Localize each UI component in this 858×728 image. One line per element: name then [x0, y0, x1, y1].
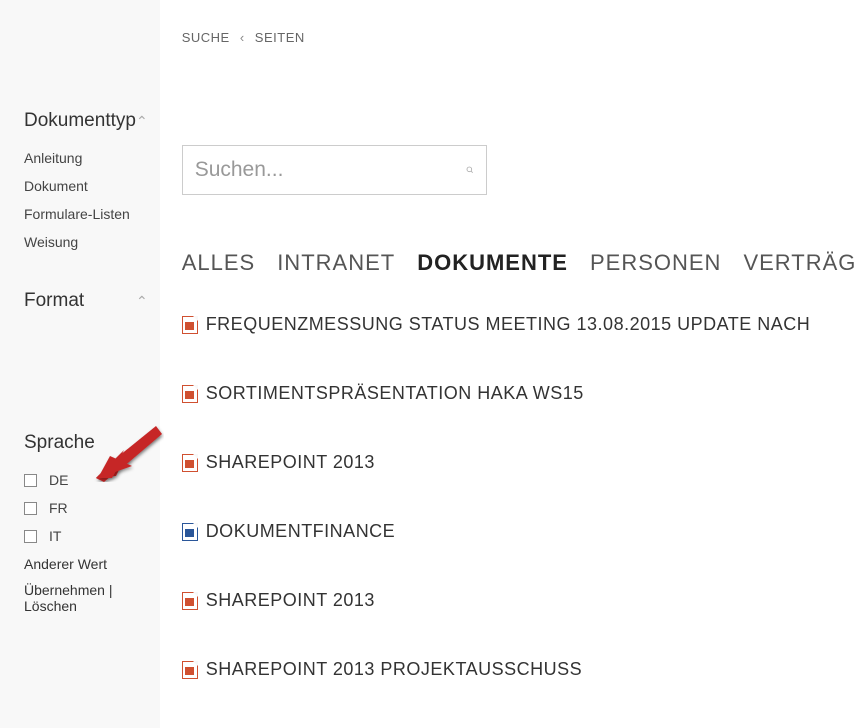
tab-vertraege[interactable]: VERTRÄGE: [743, 250, 858, 276]
checkbox-it[interactable]: IT: [24, 528, 148, 544]
result-title: SHAREPOINT 2013: [206, 452, 375, 473]
chevron-up-icon: ⌃: [136, 114, 148, 128]
search-box[interactable]: [182, 145, 487, 195]
facet-format: Format ⌃: [24, 290, 148, 312]
checkbox-icon: [24, 502, 37, 515]
action-sep: |: [105, 582, 113, 598]
checkbox-label: DE: [49, 472, 68, 488]
facet-sprache-header[interactable]: Sprache ⌃: [24, 432, 148, 454]
breadcrumb: SUCHE ‹ SEITEN: [182, 30, 858, 45]
facet-title: Dokumenttyp: [24, 110, 136, 132]
main: SUCHE ‹ SEITEN ALLES INTRANET DOKUMENTE …: [160, 0, 858, 728]
clear-link[interactable]: Löschen: [24, 598, 77, 614]
result-item[interactable]: SORTIMENTSPRÄSENTATION HAKA WS15: [182, 383, 858, 404]
result-item[interactable]: SHAREPOINT 2013: [182, 590, 858, 611]
powerpoint-icon: [182, 454, 198, 472]
tab-dokumente[interactable]: DOKUMENTE: [417, 250, 568, 276]
search-icon[interactable]: [466, 159, 474, 181]
result-item[interactable]: DOKUMENTFINANCE: [182, 521, 858, 542]
powerpoint-icon: [182, 316, 198, 334]
result-item[interactable]: SHAREPOINT 2013: [182, 452, 858, 473]
sidebar: Dokumenttyp ⌃ Anleitung Dokument Formula…: [0, 0, 160, 728]
facet-dokumenttyp-header[interactable]: Dokumenttyp ⌃: [24, 110, 148, 132]
result-item[interactable]: SHAREPOINT 2013 PROJEKTAUSSCHUSS: [182, 659, 858, 680]
results-list: FREQUENZMESSUNG STATUS MEETING 13.08.201…: [182, 314, 858, 680]
result-title: SHAREPOINT 2013: [206, 590, 375, 611]
powerpoint-icon: [182, 661, 198, 679]
sprache-other[interactable]: Anderer Wert: [24, 556, 148, 572]
chevron-up-icon: ⌃: [136, 436, 148, 450]
facet-dokumenttyp: Dokumenttyp ⌃ Anleitung Dokument Formula…: [24, 110, 148, 250]
tab-intranet[interactable]: INTRANET: [277, 250, 395, 276]
checkbox-label: IT: [49, 528, 61, 544]
search-input[interactable]: [195, 158, 466, 182]
checkbox-icon: [24, 474, 37, 487]
result-title: SORTIMENTSPRÄSENTATION HAKA WS15: [206, 383, 584, 404]
result-title: DOKUMENTFINANCE: [206, 521, 396, 542]
facet-format-header[interactable]: Format ⌃: [24, 290, 148, 312]
checkbox-de[interactable]: DE: [24, 472, 148, 488]
facet-item-weisung[interactable]: Weisung: [24, 234, 148, 250]
facet-title: Format: [24, 290, 84, 312]
checkbox-fr[interactable]: FR: [24, 500, 148, 516]
result-item[interactable]: FREQUENZMESSUNG STATUS MEETING 13.08.201…: [182, 314, 858, 335]
powerpoint-icon: [182, 385, 198, 403]
breadcrumb-item[interactable]: SEITEN: [255, 30, 305, 45]
word-icon: [182, 523, 198, 541]
breadcrumb-item[interactable]: SUCHE: [182, 30, 230, 45]
powerpoint-icon: [182, 592, 198, 610]
facet-item-dokument[interactable]: Dokument: [24, 178, 148, 194]
breadcrumb-sep: ‹: [240, 30, 245, 45]
result-title: FREQUENZMESSUNG STATUS MEETING 13.08.201…: [206, 314, 811, 335]
chevron-up-icon: ⌃: [136, 294, 148, 308]
facet-title: Sprache: [24, 432, 95, 454]
tabs: ALLES INTRANET DOKUMENTE PERSONEN VERTRÄ…: [182, 250, 858, 276]
apply-link[interactable]: Übernehmen: [24, 582, 105, 598]
checkbox-label: FR: [49, 500, 68, 516]
tab-alles[interactable]: ALLES: [182, 250, 256, 276]
facet-item-formulare[interactable]: Formulare-Listen: [24, 206, 148, 222]
tab-personen[interactable]: PERSONEN: [590, 250, 721, 276]
facet-sprache: Sprache ⌃ DE FR IT Anderer Wert Übernehm…: [24, 432, 148, 614]
result-title: SHAREPOINT 2013 PROJEKTAUSSCHUSS: [206, 659, 582, 680]
checkbox-icon: [24, 530, 37, 543]
facet-item-anleitung[interactable]: Anleitung: [24, 150, 148, 166]
